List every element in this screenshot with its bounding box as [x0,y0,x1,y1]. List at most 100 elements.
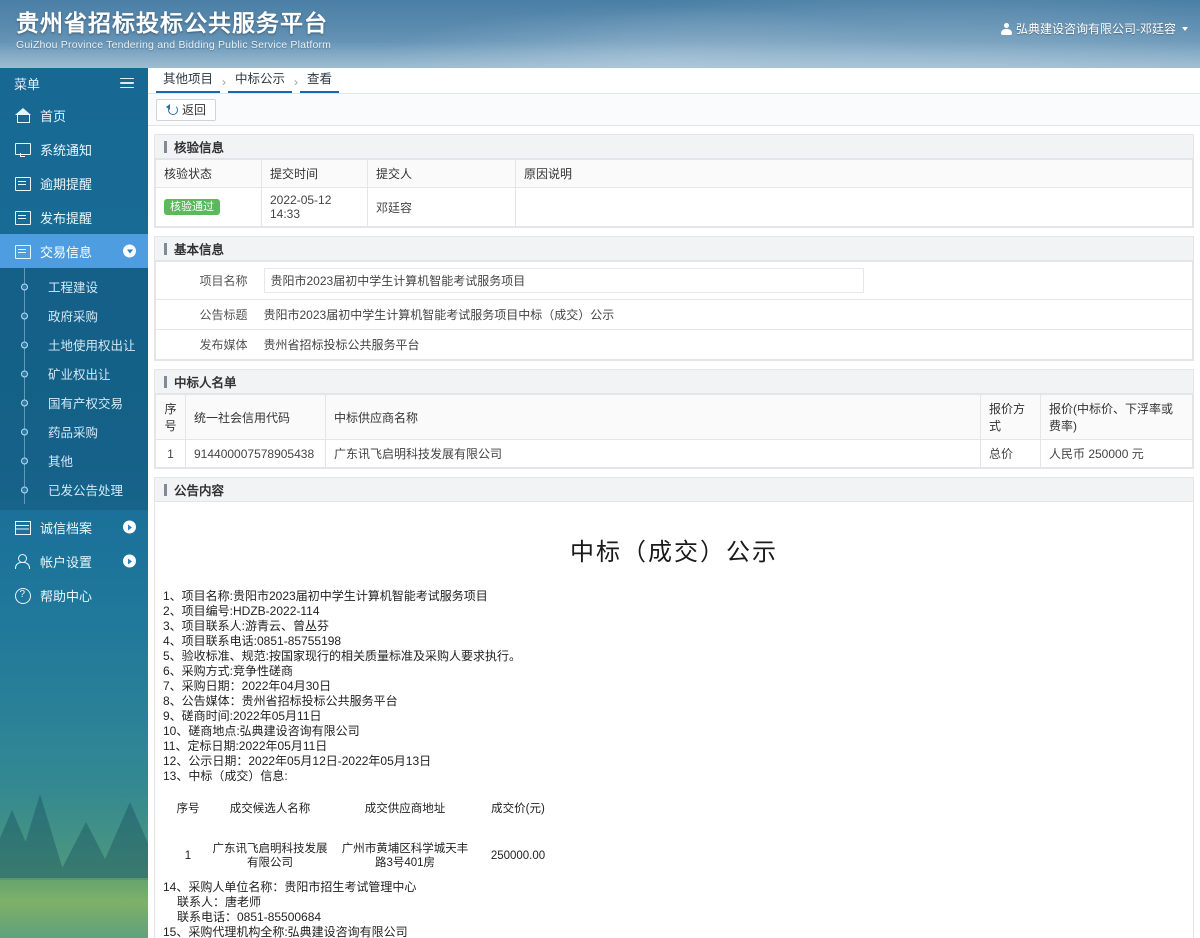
verify-panel-title: 核验信息 [155,135,1193,159]
table-row: 核验通过 2022-05-12 14:33 邓廷容 [155,187,1193,227]
chevron-down-icon [1182,26,1188,31]
announcement-line: 1、项目名称:贵阳市2023届初中学生计算机智能考试服务项目 [163,589,488,603]
sidebar-subitem-government-procurement[interactable]: 政府采购 [0,301,148,330]
sidebar-item-label: 发布提醒 [40,210,93,226]
verify-col-status: 核验状态 [155,159,262,188]
verify-reason-cell [515,187,1193,227]
winners-col-code: 统一社会信用代码 [185,394,326,440]
basic-label-project-name: 项目名称 [155,261,256,300]
basic-value-notice-title-cell: 贵阳市2023届初中学生计算机智能考试服务项目中标（成交）公示 [255,299,1193,330]
basic-label-media: 发布媒体 [155,329,256,360]
file-icon [14,176,31,191]
breadcrumb: 其他项目 › 中标公示 › 查看 [148,68,1200,94]
announcement-tail-line: 联系电话：0851-85500684 [177,910,322,924]
sidebar-item-account-settings[interactable]: 帐户设置 [0,544,148,578]
sidebar: 菜单 首页 系统通知 逾期提醒 发布提醒 交易信息 工程建设 政府采购 土地使用… [0,68,148,938]
inner-col-price: 成交价(元) [491,803,545,815]
sidebar-subitem-drug-procurement[interactable]: 药品采购 [0,417,148,446]
announcement-panel: 公告内容 中标（成交）公示 1、项目名称:贵阳市2023届初中学生计算机智能考试… [154,477,1194,938]
app-header: 贵州省招标投标公共服务平台 GuiZhou Province Tendering… [0,0,1200,68]
sidebar-item-label: 帮助中心 [40,588,93,604]
verify-status-cell: 核验通过 [155,187,262,227]
hamburger-icon[interactable] [120,75,134,92]
sidebar-item-publish-reminder[interactable]: 发布提醒 [0,200,148,234]
table-row: 公告标题 贵阳市2023届初中学生计算机智能考试服务项目中标（成交）公示 [155,299,1193,330]
inner-col-address: 成交供应商地址 [364,803,446,815]
sidebar-item-label: 诚信档案 [40,520,93,536]
breadcrumb-separator: › [222,75,227,89]
undo-icon [166,104,178,115]
sidebar-subitem-state-property[interactable]: 国有产权交易 [0,388,148,417]
announcement-tail-line: 14、采购人单位名称：贵阳市招生考试管理中心 [163,880,417,894]
sidebar-item-transaction-info[interactable]: 交易信息 [0,234,148,268]
sidebar-subitem-published-notice[interactable]: 已发公告处理 [0,475,148,504]
page-root: 贵州省招标投标公共服务平台 GuiZhou Province Tendering… [0,0,1200,938]
sidebar-subitem-land-use-right[interactable]: 土地使用权出让 [0,330,148,359]
table-row: 1 广东讯飞启明科技发展有限公司 广州市黄埔区科学城天丰路3号401房 2500… [171,838,561,874]
monitor-icon [14,142,31,157]
basic-label-notice-title: 公告标题 [155,299,256,330]
table-header-row: 核验状态 提交时间 提交人 原因说明 [155,159,1193,188]
winners-col-price: 报价(中标价、下浮率或费率) [1040,394,1193,440]
basic-info-panel-title: 基本信息 [155,237,1193,261]
table-row: 1 914400007578905438 广东讯飞启明科技发展有限公司 总价 人… [155,439,1193,468]
chevron-right-icon [123,554,136,568]
verify-col-reason: 原因说明 [515,159,1193,188]
winners-cell-mode: 总价 [980,439,1041,468]
breadcrumb-item-award-notice[interactable]: 中标公示 [228,68,293,93]
chevron-down-icon [123,244,136,258]
project-name-value: 贵阳市2023届初中学生计算机智能考试服务项目 [263,268,864,293]
sidebar-item-label: 首页 [40,108,67,124]
sidebar-item-overdue-reminder[interactable]: 逾期提醒 [0,166,148,200]
table-row: 发布媒体 贵州省招标投标公共服务平台 [155,329,1193,360]
chevron-right-icon [123,520,136,534]
winners-cell-name: 广东讯飞启明科技发展有限公司 [325,439,981,468]
announcement-line: 6、采购方式:竞争性磋商 [163,664,294,678]
status-badge: 核验通过 [164,199,220,215]
announcement-line: 10、磋商地点:弘典建设咨询有限公司 [163,724,360,738]
sidebar-field-decoration [0,878,148,938]
sidebar-item-help-center[interactable]: 帮助中心 [0,578,148,612]
home-icon [14,107,31,123]
sidebar-item-home[interactable]: 首页 [0,98,148,132]
announcement-line: 11、定标日期:2022年05月11日 [163,739,328,753]
announcement-tail-line: 15、采购代理机构全称:弘典建设咨询有限公司 [163,925,408,938]
sidebar-subitem-engineering[interactable]: 工程建设 [0,272,148,301]
main-content: 其他项目 › 中标公示 › 查看 返回 核验信息 核验状态 提交时间 提交人 原… [148,68,1200,938]
breadcrumb-item-view[interactable]: 查看 [300,68,340,93]
winners-cell-price: 人民币 250000 元 [1040,439,1193,468]
verify-col-person: 提交人 [367,159,516,188]
brand: 贵州省招标投标公共服务平台 GuiZhou Province Tendering… [16,8,331,52]
sidebar-subitem-other[interactable]: 其他 [0,446,148,475]
sidebar-subitem-mining-right[interactable]: 矿业权出让 [0,359,148,388]
basic-value-project-name-cell: 贵阳市2023届初中学生计算机智能考试服务项目 [255,261,1193,300]
winners-cell-code: 914400007578905438 [185,439,326,468]
announcement-line: 12、公示日期：2022年05月12日-2022年05月13日 [163,754,432,768]
content-area: 核验信息 核验状态 提交时间 提交人 原因说明 核验通过 2022-05-12 … [148,126,1200,938]
sidebar-item-system-notice[interactable]: 系统通知 [0,132,148,166]
sidebar-item-label: 交易信息 [40,244,93,260]
announcement-line: 2、项目编号:HDZB-2022-114 [163,604,320,618]
sidebar-menu-label: 菜单 [14,76,41,92]
user-menu[interactable]: 弘典建设咨询有限公司-邓廷容 [1001,20,1188,37]
sidebar-submenu: 工程建设 政府采购 土地使用权出让 矿业权出让 国有产权交易 药品采购 其他 已… [0,268,148,510]
breadcrumb-item-other-projects[interactable]: 其他项目 [156,68,221,93]
verify-col-time: 提交时间 [261,159,368,188]
verify-time-cell: 2022-05-12 14:33 [261,187,368,227]
announcement-tail-line: 联系人：唐老师 [177,895,262,909]
announcement-inner-table: 序号 成交候选人名称 成交供应商地址 成交价(元) 1 广东讯飞启明科技发展有限… [171,796,561,874]
grid-icon [14,520,31,535]
sidebar-item-label: 逾期提醒 [40,176,93,192]
table-header-row: 序号 成交候选人名称 成交供应商地址 成交价(元) [171,796,561,838]
file-icon [14,210,31,225]
winners-panel-title: 中标人名单 [155,370,1193,394]
announcement-line: 8、公告媒体：贵州省招标投标公共服务平台 [163,694,398,708]
back-button[interactable]: 返回 [156,98,217,121]
file-icon [14,244,31,259]
brand-title-cn: 贵州省招标投标公共服务平台 [16,10,328,36]
verify-table: 核验状态 提交时间 提交人 原因说明 核验通过 2022-05-12 14:33 [155,159,1193,227]
winners-panel: 中标人名单 序号 统一社会信用代码 中标供应商名称 报价方式 报价(中标价、下浮… [154,369,1194,469]
sidebar-item-credit-archive[interactable]: 诚信档案 [0,510,148,544]
announcement-line: 9、磋商时间:2022年05月11日 [163,709,322,723]
announcement-line: 13、中标（成交）信息: [163,769,288,783]
